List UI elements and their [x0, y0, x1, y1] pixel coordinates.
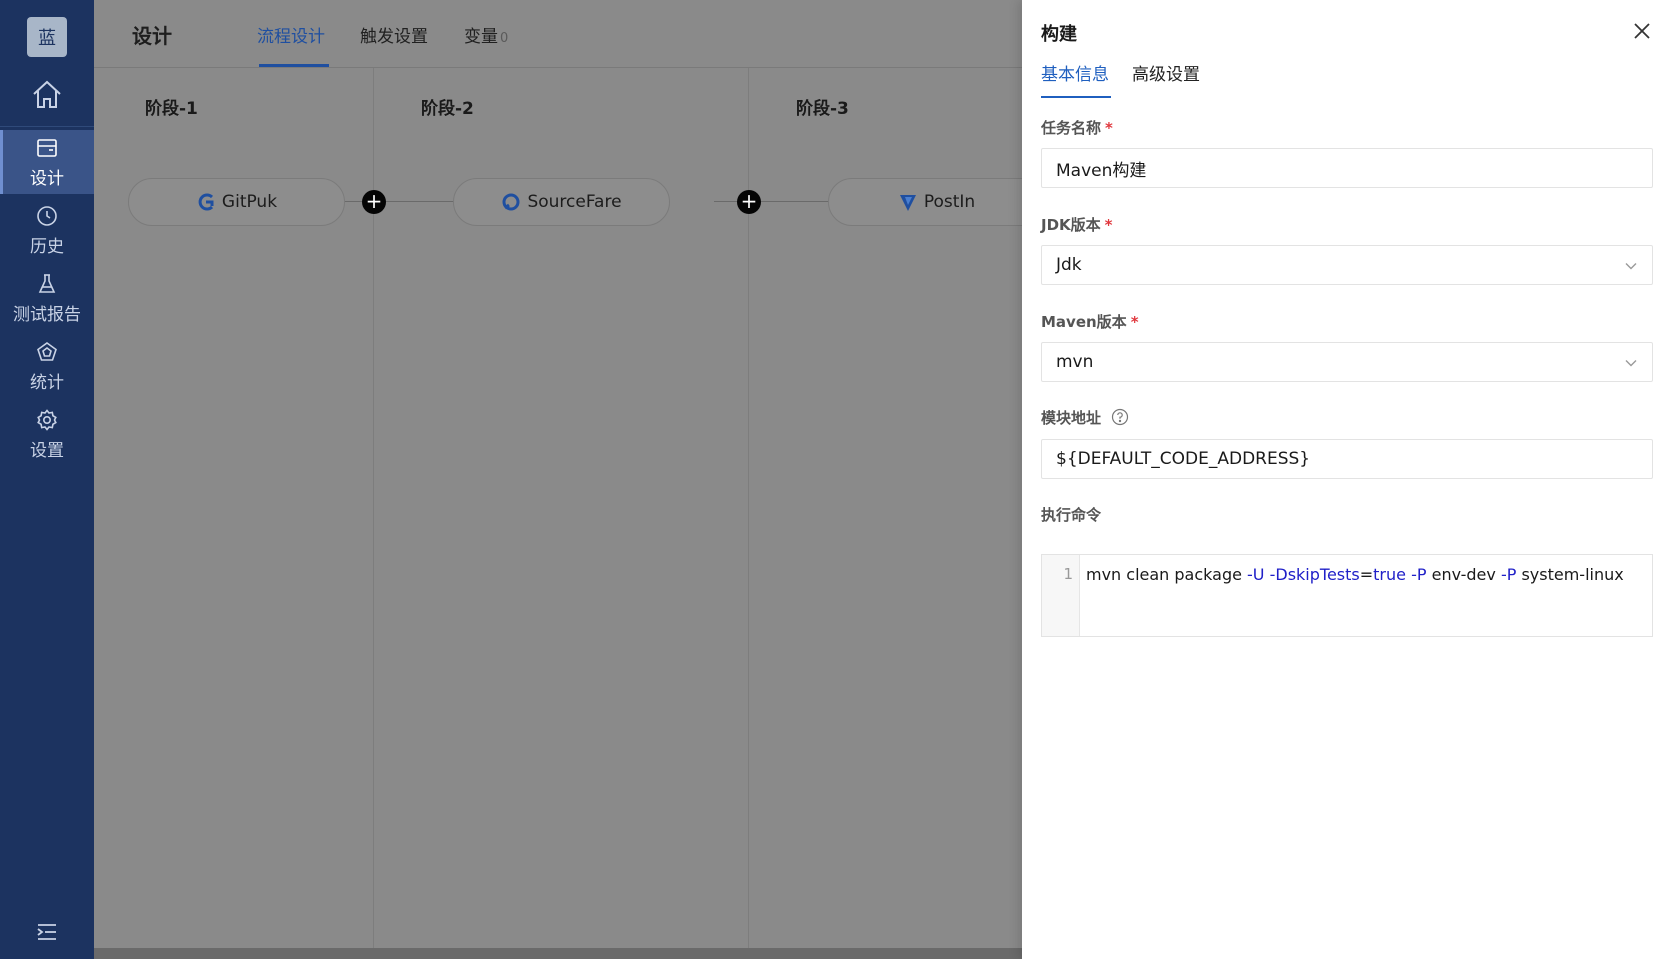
help-circle-icon[interactable]	[1111, 408, 1129, 426]
stage-title: 阶段-1	[145, 99, 198, 119]
maven-version-select[interactable]: mvn	[1041, 342, 1653, 382]
home-icon[interactable]	[30, 78, 64, 112]
horizontal-scrollbar[interactable]	[94, 948, 1022, 959]
sidebar-item-label: 测试报告	[13, 304, 81, 325]
sidebar-item-history[interactable]: 历史	[0, 198, 94, 262]
module-address-field[interactable]	[1041, 439, 1653, 479]
module-address-label: 模块地址	[1041, 407, 1129, 428]
sourcefare-icon	[502, 193, 520, 211]
code-token: env-dev	[1426, 565, 1501, 584]
task-name-input[interactable]	[1056, 158, 1638, 178]
sidebar-item-label: 设置	[30, 440, 64, 461]
jdk-version-value: Jdk	[1056, 255, 1082, 275]
task-card-sourcefare[interactable]: SourceFare	[453, 178, 670, 226]
command-label: 执行命令	[1041, 504, 1101, 525]
code-line[interactable]: mvn clean package -U -DskipTests=true -P…	[1086, 565, 1624, 584]
code-token-flag: -P	[1500, 565, 1517, 584]
sidebar-item-test-report[interactable]: 测试报告	[0, 266, 94, 330]
drawer-title: 构建	[1041, 24, 1077, 45]
chevron-down-icon	[1625, 360, 1637, 367]
tab-variables[interactable]: 变量 0	[464, 22, 508, 47]
sidebar-item-statistics[interactable]: 统计	[0, 334, 94, 398]
maven-version-label-text: Maven版本	[1041, 313, 1127, 331]
jdk-version-label: JDK版本 *	[1041, 214, 1113, 235]
task-name-label: 任务名称 *	[1041, 117, 1113, 138]
board-icon	[37, 138, 57, 157]
task-card-label: PostIn	[923, 192, 976, 212]
maven-version-label: Maven版本 *	[1041, 311, 1139, 332]
task-card-postin[interactable]: PostIn	[828, 178, 1045, 226]
code-token-flag: -P	[1411, 565, 1427, 584]
task-card-gitpuk[interactable]: GitPuk	[128, 178, 345, 226]
tab-basic-info[interactable]: 基本信息	[1041, 60, 1109, 85]
tab-advanced-settings[interactable]: 高级设置	[1132, 60, 1200, 85]
variable-count: 0	[500, 31, 509, 46]
sidebar-item-design[interactable]: 设计	[0, 130, 94, 194]
chevron-down-icon	[1625, 263, 1637, 270]
jdk-version-label-text: JDK版本	[1041, 216, 1101, 234]
collapse-menu-icon[interactable]	[36, 922, 58, 942]
tab-variables-label: 变量	[464, 27, 498, 47]
clock-icon	[37, 205, 57, 226]
code-token: mvn clean package	[1086, 565, 1248, 584]
flask-icon	[38, 273, 56, 293]
task-card-label: GitPuk	[221, 192, 278, 212]
required-mark: *	[1105, 119, 1113, 137]
task-config-drawer: 构建 基本信息 高级设置 任务名称* JDK版本* Jdk Maven版本* m…	[1022, 0, 1670, 959]
sidebar-item-label: 设计	[30, 168, 64, 189]
module-address-label-text: 模块地址	[1041, 409, 1102, 427]
sidebar-item-label: 历史	[30, 236, 64, 257]
code-token-flag: -U	[1247, 565, 1265, 584]
stage-title: 阶段-2	[421, 99, 474, 119]
sidebar-divider	[0, 126, 94, 127]
code-token: system-linux	[1516, 565, 1624, 584]
line-number: 1	[1042, 555, 1080, 636]
code-token: =	[1359, 565, 1374, 584]
stage-title: 阶段-3	[796, 99, 849, 119]
design-header: 设计 流程设计 触发设置 变量 0	[94, 0, 1022, 68]
code-token-value: true	[1373, 565, 1406, 584]
maven-version-value: mvn	[1056, 352, 1094, 372]
task-card-label: SourceFare	[527, 192, 622, 212]
required-mark: *	[1130, 313, 1139, 331]
app-logo[interactable]: 蓝	[27, 17, 67, 57]
sidebar-item-settings[interactable]: 设置	[0, 402, 94, 466]
gear-icon	[37, 408, 57, 431]
close-icon[interactable]	[1632, 21, 1652, 41]
jdk-version-select[interactable]: Jdk	[1041, 245, 1653, 285]
page-title: 设计	[132, 24, 172, 48]
add-stage-button[interactable]: +	[737, 190, 761, 214]
pentagon-chart-icon	[37, 341, 57, 361]
drawer-tab-indicator	[1041, 96, 1111, 98]
sidebar-item-label: 统计	[30, 372, 64, 393]
gitpuk-icon	[198, 193, 214, 211]
task-name-label-text: 任务名称	[1041, 119, 1102, 137]
tab-trigger-settings[interactable]: 触发设置	[360, 22, 428, 47]
tab-flow-design[interactable]: 流程设计	[257, 22, 325, 47]
add-stage-button[interactable]: +	[362, 190, 386, 214]
tab-active-indicator	[259, 64, 329, 67]
sidebar: 蓝 设计 历史 测试报告 统计 设置	[0, 0, 94, 959]
required-mark: *	[1104, 216, 1113, 234]
pipeline-design-area: 设计 流程设计 触发设置 变量 0 阶段-1 阶段-2 阶段-3 GitPuk S…	[94, 0, 1045, 959]
code-token-flag: -DskipTests	[1269, 565, 1360, 584]
module-address-input[interactable]	[1056, 449, 1638, 469]
command-editor[interactable]: 1 mvn clean package -U -DskipTests=true …	[1041, 554, 1653, 637]
postin-icon	[899, 195, 916, 211]
task-name-field[interactable]	[1041, 148, 1653, 188]
command-label-text: 执行命令	[1041, 506, 1102, 524]
